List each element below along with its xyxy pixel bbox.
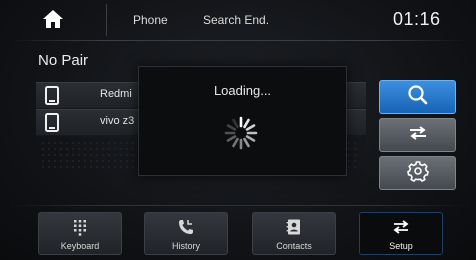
gear-icon	[406, 160, 430, 187]
contacts-icon	[253, 218, 335, 236]
nav-keyboard-label: Keyboard	[60, 241, 100, 251]
top-bar: Phone Search End. 01:16	[0, 0, 476, 42]
nav-contacts-button[interactable]: Contacts	[252, 212, 336, 255]
home-icon	[42, 9, 64, 34]
call-history-icon	[145, 218, 227, 236]
clock: 01:16	[393, 9, 441, 29]
top-divider-line	[8, 40, 468, 41]
search-button[interactable]	[379, 80, 456, 114]
keypad-icon	[39, 218, 121, 236]
nav-setup-button[interactable]: Setup	[359, 212, 443, 255]
nav-contacts-label: Contacts	[276, 241, 312, 251]
top-divider	[106, 4, 107, 36]
loading-dialog: Loading...	[138, 66, 347, 176]
swap-icon	[360, 218, 442, 236]
phone-icon	[45, 86, 59, 105]
bottom-divider-line	[8, 205, 468, 206]
home-button[interactable]	[20, 6, 100, 36]
nav-keyboard-button[interactable]: Keyboard	[38, 212, 122, 255]
loading-text: Loading...	[213, 83, 272, 98]
nav-history-button[interactable]: History	[144, 212, 228, 255]
phone-app-screen: Phone Search End. 01:16 No Pair Redmi vi…	[0, 0, 476, 260]
pair-status-title: No Pair	[38, 52, 89, 69]
search-status-text: Search End.	[203, 13, 270, 27]
swap-icon	[406, 122, 430, 149]
phone-icon	[45, 113, 59, 132]
nav-history-label: History	[171, 241, 200, 251]
spinner-icon	[223, 115, 259, 151]
search-icon	[406, 84, 430, 111]
settings-button[interactable]	[379, 156, 456, 190]
tab-phone[interactable]: Phone	[133, 13, 168, 27]
device-name: Redmi	[100, 88, 132, 100]
nav-setup-label: Setup	[389, 241, 413, 251]
switch-button[interactable]	[379, 118, 456, 152]
device-name: vivo z3	[100, 115, 135, 127]
